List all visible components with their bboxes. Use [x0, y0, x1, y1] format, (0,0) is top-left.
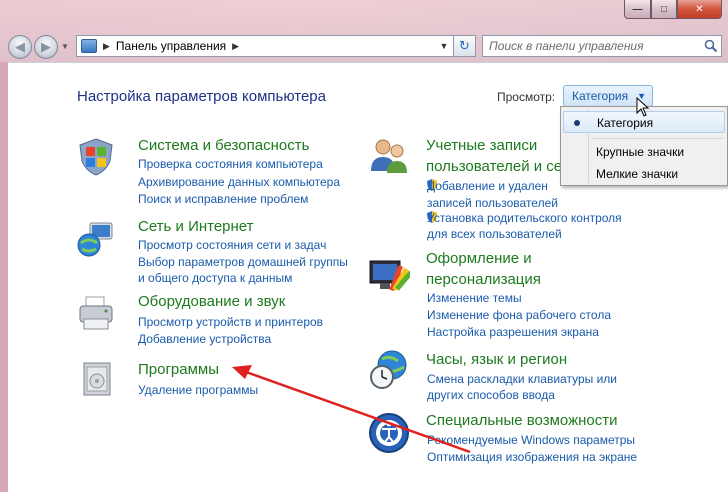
maximize-button[interactable]: □	[651, 0, 677, 19]
breadcrumb-chevron-icon[interactable]: ▶	[103, 41, 110, 52]
link-check-status[interactable]: Проверка состояния компьютера	[138, 157, 323, 171]
menu-item-label: Мелкие значки	[596, 167, 679, 181]
link-input-methods[interactable]: других способов ввода	[427, 388, 555, 402]
link-add-device[interactable]: Добавление устройства	[138, 332, 271, 346]
category-title-accessibility[interactable]: Специальные возможности	[426, 412, 618, 429]
back-button[interactable]: ◀	[8, 35, 32, 59]
view-mode-menu: Категория Крупные значки Мелкие значки	[560, 106, 728, 186]
link-network-status[interactable]: Просмотр состояния сети и задач	[138, 238, 326, 252]
network-globe-icon	[77, 222, 113, 257]
forward-button[interactable]: ▶	[34, 35, 58, 59]
category-title-appearance[interactable]: Оформление и	[426, 250, 532, 267]
link-parental-controls-cont[interactable]: для всех пользователей	[427, 227, 562, 241]
accessibility-icon	[369, 413, 409, 453]
link-sharing[interactable]: и общего доступа к данным	[138, 271, 292, 285]
category-title-user-accounts[interactable]: Учетные записи	[426, 137, 537, 154]
link-add-remove-accounts[interactable]: Добавление и удален	[427, 179, 548, 193]
recent-pages-button[interactable]: ▼	[61, 42, 71, 52]
breadcrumb-control-panel[interactable]: Панель управления	[116, 39, 226, 53]
refresh-button[interactable]: ↻	[454, 35, 476, 57]
printer-icon	[79, 296, 113, 330]
link-backup[interactable]: Архивирование данных компьютера	[138, 175, 340, 189]
link-optimize-display[interactable]: Оптимизация изображения на экране	[427, 450, 637, 464]
control-panel-icon	[81, 39, 97, 53]
link-uninstall-program[interactable]: Удаление программы	[138, 383, 258, 397]
link-keyboard-layout[interactable]: Смена раскладки клавиатуры или	[427, 372, 617, 386]
arrow-right-icon: ▶	[41, 39, 51, 54]
users-icon	[371, 139, 407, 173]
category-title-network[interactable]: Сеть и Интернет	[138, 218, 254, 235]
appearance-icon	[369, 260, 410, 292]
view-label: Просмотр:	[497, 90, 556, 104]
programs-icon	[83, 362, 111, 396]
content-area: Настройка параметров компьютера Просмотр…	[8, 62, 728, 492]
refresh-icon: ↻	[459, 38, 470, 53]
view-mode-value: Категория	[572, 89, 629, 103]
menu-separator	[592, 138, 724, 139]
category-title-hardware[interactable]: Оборудование и звук	[138, 293, 285, 310]
link-recommended-settings[interactable]: Рекомендуемые Windows параметры	[427, 433, 635, 447]
close-button[interactable]: ✕	[677, 0, 722, 19]
link-troubleshoot[interactable]: Поиск и исправление проблем	[138, 192, 308, 206]
menu-item-small-icons[interactable]: Мелкие значки	[563, 163, 725, 185]
search-box[interactable]	[482, 35, 722, 57]
mouse-cursor-icon	[636, 97, 650, 117]
address-bar[interactable]: ▶ Панель управления ▶ ▼	[76, 35, 454, 57]
link-parental-controls[interactable]: Установка родительского контроля	[427, 211, 622, 225]
page-title: Настройка параметров компьютера	[77, 88, 326, 105]
search-icon[interactable]	[701, 37, 721, 55]
shield-flag-icon	[79, 138, 113, 176]
category-title-appearance-line2[interactable]: персонализация	[426, 271, 541, 288]
radio-bullet-icon	[574, 120, 580, 126]
menu-item-label: Крупные значки	[596, 145, 685, 159]
search-input[interactable]	[483, 37, 701, 55]
category-title-system-security[interactable]: Система и безопасность	[138, 137, 309, 154]
link-add-remove-accounts-text: Добавление и удален	[427, 179, 548, 193]
link-screen-resolution[interactable]: Настройка разрешения экрана	[427, 325, 599, 339]
address-dropdown-icon[interactable]: ▼	[437, 38, 451, 54]
minimize-button[interactable]: —	[624, 0, 651, 19]
link-change-wallpaper[interactable]: Изменение фона рабочего стола	[427, 308, 611, 322]
breadcrumb-chevron-icon[interactable]: ▶	[232, 41, 239, 52]
category-title-user-accounts-line2[interactable]: пользователей и се	[426, 158, 562, 175]
link-devices-printers[interactable]: Просмотр устройств и принтеров	[138, 315, 323, 329]
link-user-accounts-cont[interactable]: записей пользователей	[427, 196, 558, 210]
arrow-left-icon: ◀	[15, 39, 25, 54]
link-change-theme[interactable]: Изменение темы	[427, 291, 522, 305]
menu-item-large-icons[interactable]: Крупные значки	[563, 141, 725, 163]
menu-item-label: Категория	[597, 116, 654, 130]
clock-globe-icon	[370, 350, 407, 389]
caption-buttons: — □ ✕	[624, 0, 722, 20]
category-title-programs[interactable]: Программы	[138, 361, 219, 378]
link-homegroup[interactable]: Выбор параметров домашней группы	[138, 255, 348, 269]
category-title-clock-region[interactable]: Часы, язык и регион	[426, 351, 567, 368]
